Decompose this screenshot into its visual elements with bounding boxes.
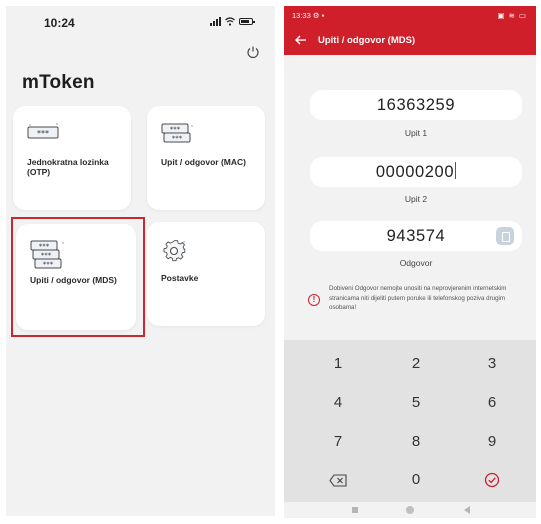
wifi-icon: ≋ <box>508 11 515 20</box>
key-4[interactable]: 4 <box>300 385 376 421</box>
query-1-value: 16363259 <box>376 96 456 114</box>
status-bar: 13:33 ⚙ ▪ ▣ ≋ ▭ <box>284 6 536 27</box>
numeric-keypad: 1 2 3 4 5 6 7 8 9 0 <box>284 340 536 502</box>
system-icons: ▣ ≋ ▭ <box>498 11 526 20</box>
key-3[interactable]: 3 <box>454 346 530 382</box>
svg-text:***: *** <box>43 261 54 269</box>
battery-icon: ▭ <box>518 11 526 20</box>
system-nav-bar <box>284 502 536 518</box>
status-time: 10:24 <box>44 16 75 30</box>
key-0[interactable]: 0 <box>378 462 454 498</box>
system-icons <box>210 17 255 26</box>
otp-tile[interactable]: *** Jednokratna lozinka (OTP) <box>13 106 131 210</box>
mac-tile[interactable]: *** *** Upit / odgovor (MAC) <box>147 106 265 210</box>
svg-text:***: *** <box>39 243 50 251</box>
app-bar: Upiti / odgovor (MDS) <box>284 27 536 55</box>
query-1-label: Upit 1 <box>404 128 428 138</box>
copy-icon[interactable] <box>496 227 514 245</box>
password-fields-icon: *** *** <box>161 123 193 143</box>
key-6[interactable]: 6 <box>454 385 530 421</box>
settings-tile[interactable]: Postavke <box>147 222 265 326</box>
warning-text: Dobiveni Odgovor nemojte unositi na nepr… <box>329 285 507 312</box>
confirm-key[interactable] <box>454 462 530 498</box>
wifi-icon <box>225 17 235 26</box>
response-value: 943574 <box>386 227 446 245</box>
response-label: Odgovor <box>399 258 433 268</box>
backspace-icon <box>329 473 347 487</box>
back-icon[interactable] <box>464 506 470 514</box>
app-title: mToken <box>22 72 95 93</box>
check-circle-icon <box>484 472 500 488</box>
key-8[interactable]: 8 <box>378 424 454 460</box>
mtoken-home-screen: 10:24 mToken *** Jednokratna lozinka (OT… <box>6 6 275 516</box>
recents-icon[interactable] <box>352 507 358 513</box>
status-bar: 10:24 <box>6 6 275 36</box>
battery-icon <box>239 18 255 25</box>
password-stack-icon: *** *** *** <box>30 240 64 269</box>
key-1[interactable]: 1 <box>300 346 376 382</box>
text-cursor <box>455 162 457 179</box>
svg-text:***: *** <box>172 135 183 143</box>
svg-text:***: *** <box>41 252 52 260</box>
status-time: 13:33 ⚙ ▪ <box>292 11 325 20</box>
query-1-field[interactable]: 16363259 <box>310 90 522 120</box>
query-2-label: Upit 2 <box>404 194 428 204</box>
key-2[interactable]: 2 <box>378 346 454 382</box>
otp-tile-label: Jednokratna lozinka (OTP) <box>27 157 109 178</box>
mac-tile-label: Upit / odgovor (MAC) <box>161 157 246 167</box>
password-field-icon: *** <box>27 123 59 139</box>
mds-tile-label: Upiti / odgovor (MDS) <box>30 275 117 285</box>
mds-tile[interactable]: *** *** *** Upiti / odgovor (MDS) <box>16 224 136 330</box>
settings-tile-label: Postavke <box>161 273 199 283</box>
backspace-key[interactable] <box>300 462 376 498</box>
key-5[interactable]: 5 <box>378 385 454 421</box>
response-field: 943574 <box>310 221 522 251</box>
gear-icon <box>163 240 186 262</box>
notification-icon: ▣ <box>497 11 505 20</box>
power-icon[interactable] <box>245 44 261 60</box>
page-title: Upiti / odgovor (MDS) <box>318 35 416 46</box>
info-circle-icon: ! <box>308 294 320 306</box>
key-9[interactable]: 9 <box>454 424 530 460</box>
mds-query-screen: 13:33 ⚙ ▪ ▣ ≋ ▭ Upiti / odgovor (MDS) 16… <box>284 6 536 518</box>
signal-icon <box>210 17 221 26</box>
key-7[interactable]: 7 <box>300 424 376 460</box>
svg-text:***: *** <box>37 129 49 138</box>
svg-text:***: *** <box>170 126 181 134</box>
query-2-value: 00000200 <box>375 163 455 181</box>
home-icon[interactable] <box>406 506 414 514</box>
query-2-field[interactable]: 00000200 <box>310 157 522 187</box>
arrow-left-icon[interactable] <box>294 33 308 47</box>
